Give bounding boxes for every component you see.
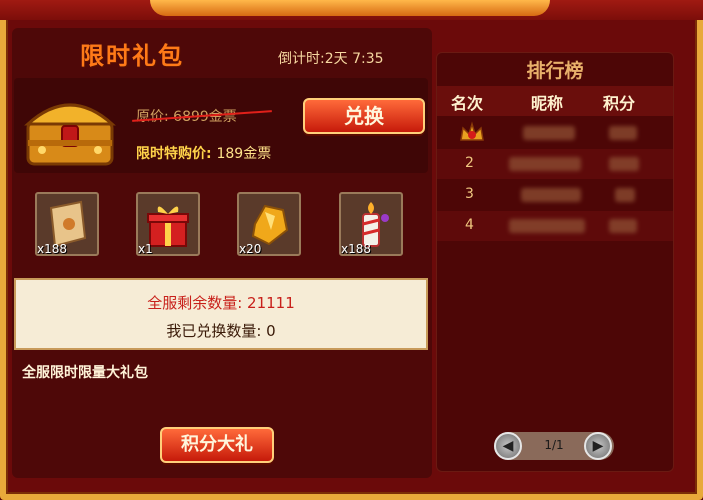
leaderboard-row: 4 xyxy=(437,211,673,241)
rank-number: 2 xyxy=(465,155,474,171)
reward-slot-1[interactable]: x188 xyxy=(35,192,99,256)
sale-price-value: 189金票 xyxy=(216,146,272,162)
reward-slot-2[interactable]: x1 xyxy=(136,192,200,256)
reward-count: x20 xyxy=(239,242,262,256)
col-points: 积分 xyxy=(603,94,636,113)
reward-slot-3[interactable]: x20 xyxy=(237,192,301,256)
reward-count: x1 xyxy=(138,242,153,256)
page-indicator: 1/1 xyxy=(544,438,564,452)
pagination: ◀ 1/1 ▶ xyxy=(494,432,614,460)
next-page-button[interactable]: ▶ xyxy=(584,432,612,460)
quantity-info-box: 全服剩余数量: 21111 我已兑换数量: 0 xyxy=(14,278,428,350)
leaderboard-row: 3 xyxy=(437,180,673,210)
rank-number: 3 xyxy=(465,186,474,202)
col-nickname: 昵称 xyxy=(531,94,564,113)
col-rank: 名次 xyxy=(451,94,484,113)
leaderboard-header: 名次 昵称 积分 xyxy=(437,86,673,116)
points-gift-button[interactable]: 积分大礼 xyxy=(160,427,274,463)
reward-count: x188 xyxy=(341,242,372,256)
my-exchanged-text: 我已兑换数量: 0 xyxy=(166,322,276,340)
leaderboard-row xyxy=(437,118,673,148)
reward-count: x188 xyxy=(37,242,68,256)
leaderboard-title: 排行榜 xyxy=(526,60,584,82)
page-title: 限时礼包 xyxy=(80,42,184,70)
treasure-chest-icon xyxy=(24,103,116,166)
leaderboard-row: 2 xyxy=(437,149,673,179)
server-remaining-text: 全服剩余数量: 21111 xyxy=(147,294,295,312)
rank-number: 4 xyxy=(465,217,474,233)
top-decoration xyxy=(0,0,703,20)
reward-slot-4[interactable]: x188 xyxy=(339,192,403,256)
first-place-badge-icon xyxy=(460,121,484,141)
sale-price-row: 限时特购价: 189金票 xyxy=(136,143,271,163)
prev-page-button[interactable]: ◀ xyxy=(494,432,522,460)
description-text: 全服限时限量大礼包 xyxy=(22,365,148,381)
sale-price-label: 限时特购价: xyxy=(136,146,212,162)
exchange-button[interactable]: 兑换 xyxy=(303,98,425,134)
countdown-timer: 倒计时:2天 7:35 xyxy=(278,51,384,67)
